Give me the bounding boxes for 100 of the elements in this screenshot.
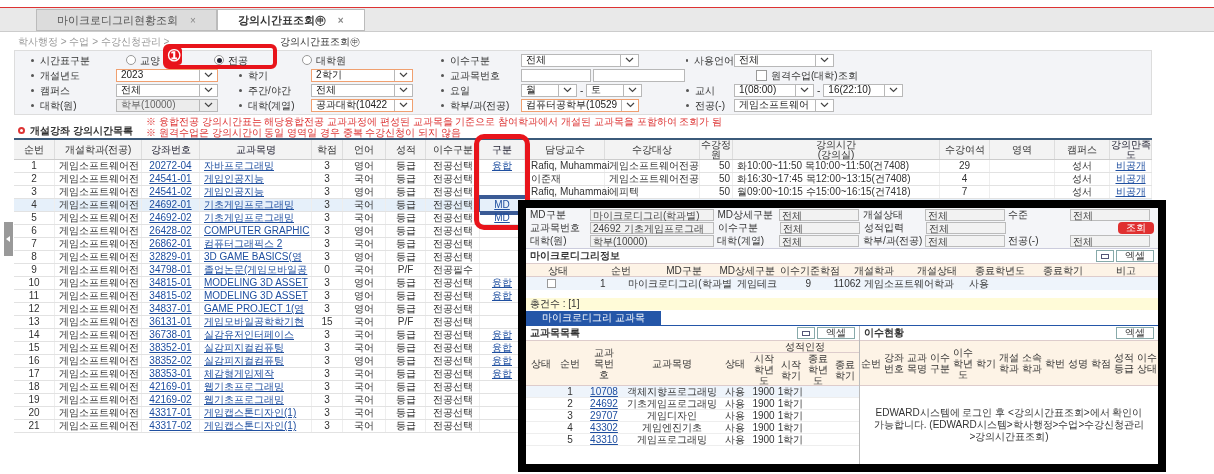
table-cell: 등급 [395,394,416,406]
table-cell: 1학기 [777,422,804,433]
table-cell: 게임소프트웨어전공 [609,160,699,172]
table-cell: 국어 [354,368,374,380]
table-cell: 0 [324,264,330,276]
table-cell: 1 [31,160,37,172]
column-header: 이수기준학점 [780,264,841,276]
table-cell: 3 [324,251,330,263]
table-cell: 3 [324,186,330,198]
table-cell: 사용 [725,398,745,409]
column-header: 순번 [560,357,580,369]
table-cell: 등급 [395,238,416,250]
table-cell: 2 [31,173,37,185]
table-cell: 게임소프트웨어전 [59,212,139,224]
column-header: 종료학년도 [975,264,1025,276]
table-cell: 게임소프트웨어전 [59,316,139,328]
section-title: 개설강좌 강의시간목록 [30,123,133,138]
column-header: 순번 [24,144,44,155]
column-header: 소속학과 [1021,352,1043,374]
field-label: 캠퍼스 [31,82,116,98]
column-header: 학기 [975,357,997,369]
table-cell: 4 [961,173,968,185]
notice-text: ※ 원격수업은 강의시간이 동일 영역일 경우 중복 수강신청이 되지 않음 [146,127,462,138]
table-cell: 영어 [354,290,374,302]
table-cell: 마이크로디그리(학과별 [628,277,732,290]
column-header: 시작학년도 [753,353,775,386]
table-cell: 등급 [395,225,416,237]
table-cell: 1 [599,277,606,290]
info-message: EDWARD시스템에 로그인 후 <강의시간표조회>에서 확인이 가능합니다. (EDWARD시스템>학사행정>수업>수강신청관리>강의시간표조회) [872,407,1146,443]
table-cell: 게임소프트웨어전 [59,394,139,406]
total-count: 총건수 : [1] [530,298,580,309]
table-cell: 1900 [752,398,775,409]
table-cell: 게임소프트웨어전 [59,381,139,393]
column-header: 언어 [354,144,374,155]
column-header: 상태 [531,357,551,369]
section-title: 마이크로디그리정보 [530,250,620,262]
field-label: 요일 [441,82,521,98]
table-cell: 게임엔진기초 [642,422,702,433]
breadcrumb: 학사행정 > 수업 > 수강신청관리 > [18,34,171,49]
table-cell: 10 [28,277,40,289]
column-header: 성적 [395,144,416,155]
field-label: 이수구분 [718,222,759,234]
column-header: 이수상태 [1136,352,1157,374]
field-label: 주간/야간 [239,82,311,98]
column-header: 개설학과 [853,264,894,276]
table-cell: 등급 [395,303,416,315]
table-cell: 등급 [395,251,416,263]
table-cell: 1900 [752,386,775,397]
page-title: 강의시간표조회㊥ [280,34,360,49]
table-cell: 영어 [354,303,374,315]
table-cell: 국어 [354,420,374,432]
table-cell: 전공선택 [432,186,473,198]
table-cell: 월09:00~10:15 수15:00~16:15(건7418) [737,186,911,198]
table-cell: 기초게임프로그래밍 [627,398,717,409]
table-cell: 등급 [395,173,416,185]
table-cell: 전공선택 [432,329,473,341]
range-separator: - [580,83,584,98]
field-label: 개설년도 [31,67,116,83]
column-header: 개설상태 [916,264,957,276]
table-cell: 18 [28,381,40,393]
table-cell: 21 [28,420,40,432]
table-cell: 국어 [354,212,374,224]
column-header: 순번 [610,264,631,276]
table-cell: 전공선택 [432,394,473,406]
column-header: 성적인정 [784,341,825,352]
table-cell: 3 [324,290,330,302]
field-label: 학부/과(전공) [441,97,521,113]
table-cell: 3 [324,199,330,211]
table-cell: 전공선택 [432,277,473,289]
table-cell: 성서 [1072,173,1092,185]
table-cell: 3 [324,225,330,237]
table-cell: 1900 [752,422,775,433]
column-header: 강의시간 (강의실) [816,139,856,160]
column-header: 종료학기 [1043,264,1084,276]
table-cell: 3 [567,410,573,421]
table-cell: 전공필수 [432,264,473,276]
column-header: 이수학년도 [952,346,974,380]
table-cell: 게임소프트웨어전 [59,238,139,250]
table-cell: 게임소프트웨어전 [59,420,139,432]
table-cell: 국어 [354,342,374,354]
table-cell: 게임소프트웨어전 [59,290,139,302]
table-cell: 9 [31,264,37,276]
table-cell: 성서 [1072,160,1092,172]
table-cell: 등급 [395,160,416,172]
table-cell: 게임프로그래밍 [637,434,707,445]
table-cell: 등급 [395,329,416,341]
table-cell: 3 [324,303,330,315]
range-separator: - [817,83,821,98]
table-cell: 게임소프트웨어전 [59,368,139,380]
table-cell: 전공선택 [432,251,473,263]
column-header: 상태 [547,264,568,276]
table-cell: 사용 [725,434,745,445]
column-header: 학번 [1044,357,1066,369]
table-cell: 사용 [725,410,745,421]
column-header: 상태 [725,357,745,369]
table-cell: 등급 [395,355,416,367]
column-header: MD상세구분 [719,264,775,276]
table-cell: 게임소프트웨어전 [59,264,139,276]
table-cell: 게임소프트웨어전공 [609,173,699,185]
field-label: 교과목번호 [530,222,581,234]
